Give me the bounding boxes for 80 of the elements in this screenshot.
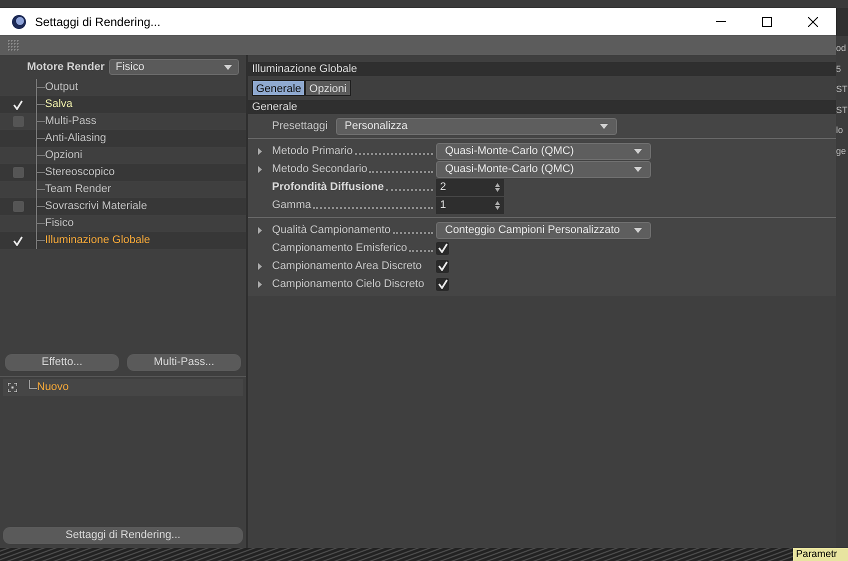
checkbox[interactable] — [12, 167, 24, 178]
background-text: ST — [836, 83, 848, 96]
tree-item[interactable]: Illuminazione Globale — [0, 232, 246, 249]
maximize-icon — [762, 16, 772, 26]
background-text: lo — [836, 124, 844, 137]
expand-arrow-icon[interactable] — [258, 262, 262, 270]
grip-icon[interactable] — [8, 40, 19, 50]
tree-item[interactable]: Sovrascrivi Materiale — [0, 198, 246, 215]
caret-icon — [224, 64, 232, 70]
focus-icon — [8, 383, 17, 392]
tree-label: Anti-Aliasing — [45, 131, 106, 146]
param-label: Metodo Primario — [272, 144, 353, 158]
param-label: Campionamento Area Discreto — [272, 259, 422, 273]
tree-label: Team Render — [45, 182, 112, 198]
tree-label: Sovrascrivi Materiale — [45, 199, 148, 214]
param-label: Qualità Campionamento — [272, 223, 391, 237]
caret-icon — [634, 166, 642, 172]
app-logo-icon — [11, 14, 27, 30]
dropdown[interactable]: Conteggio Campioni Personalizzato — [436, 222, 651, 238]
background-text: ST — [836, 104, 848, 116]
effect-button[interactable]: Multi-Pass... — [127, 354, 241, 371]
number-field[interactable]: 2 — [436, 178, 504, 196]
tab[interactable]: Opzioni — [305, 80, 351, 96]
number-field[interactable]: 1 — [436, 196, 504, 214]
tree-label: Stereoscopico — [45, 165, 115, 180]
param-label: Campionamento Cielo Discreto — [272, 277, 424, 291]
leader-line — [409, 250, 433, 252]
background-tab[interactable]: Parametr — [793, 548, 848, 561]
dropdown[interactable]: Personalizza — [336, 118, 617, 134]
expand-arrow-icon[interactable] — [258, 166, 262, 172]
leader-line — [392, 232, 433, 234]
leader-line — [386, 189, 433, 191]
panel-title: Illuminazione Globale — [248, 62, 836, 76]
param-label: Gamma — [272, 198, 312, 212]
preset-label: Nuovo — [37, 380, 69, 396]
tree-item[interactable]: Stereoscopico — [0, 164, 246, 181]
spinner-icon — [495, 200, 500, 210]
close-icon — [808, 16, 818, 26]
checkbox[interactable] — [436, 278, 449, 290]
window-title: Settaggi di Rendering... — [35, 14, 160, 30]
expand-arrow-icon[interactable] — [258, 226, 262, 234]
expand-arrow-icon[interactable] — [258, 148, 262, 154]
tree-item[interactable]: Anti-Aliasing — [0, 130, 246, 147]
tree-label: Salva — [45, 97, 73, 112]
caret-icon — [634, 148, 642, 154]
render-settings-button[interactable]: Settaggi di Rendering... — [3, 526, 243, 544]
leader-line — [369, 171, 433, 173]
checkbox[interactable] — [12, 201, 24, 212]
engine-dropdown[interactable]: Fisico — [108, 59, 239, 75]
minimize-icon — [716, 21, 726, 22]
expand-arrow-icon[interactable] — [258, 280, 262, 288]
background-text: od — [836, 42, 846, 55]
param-label: Campionamento Emisferico — [272, 241, 408, 255]
tree-label: Illuminazione Globale — [45, 233, 150, 248]
caret-icon — [600, 124, 608, 128]
tab[interactable]: Generale — [252, 80, 306, 96]
tree-label: Multi-Pass — [45, 114, 96, 130]
tree-item[interactable]: Salva — [0, 96, 246, 113]
section-header: Generale — [248, 100, 836, 114]
engine-label: Motore Render — [27, 60, 105, 75]
checkbox[interactable] — [12, 99, 24, 110]
dropdown[interactable]: Quasi-Monte-Carlo (QMC) — [436, 142, 651, 160]
checkbox[interactable] — [436, 242, 449, 254]
tree-label: Output — [45, 80, 78, 96]
checkbox[interactable] — [12, 235, 24, 246]
param-label: Metodo Secondario — [272, 162, 368, 176]
checkbox[interactable] — [436, 260, 449, 272]
preset-row[interactable]: Nuovo — [3, 379, 243, 396]
effect-button[interactable]: Effetto... — [5, 354, 119, 371]
check-icon — [13, 236, 23, 246]
dropdown[interactable]: Quasi-Monte-Carlo (QMC) — [436, 160, 651, 178]
spinner-icon — [495, 182, 500, 192]
background-text: ge — [836, 144, 846, 158]
background-text: 5 — [836, 62, 842, 76]
tree-label: Fisico — [45, 216, 74, 232]
tree-label: Opzioni — [45, 148, 82, 164]
caret-icon — [634, 228, 642, 232]
param-label: Profondità Diffusione — [272, 180, 384, 194]
param-label: Presettaggi — [272, 119, 328, 133]
check-icon — [13, 100, 23, 110]
